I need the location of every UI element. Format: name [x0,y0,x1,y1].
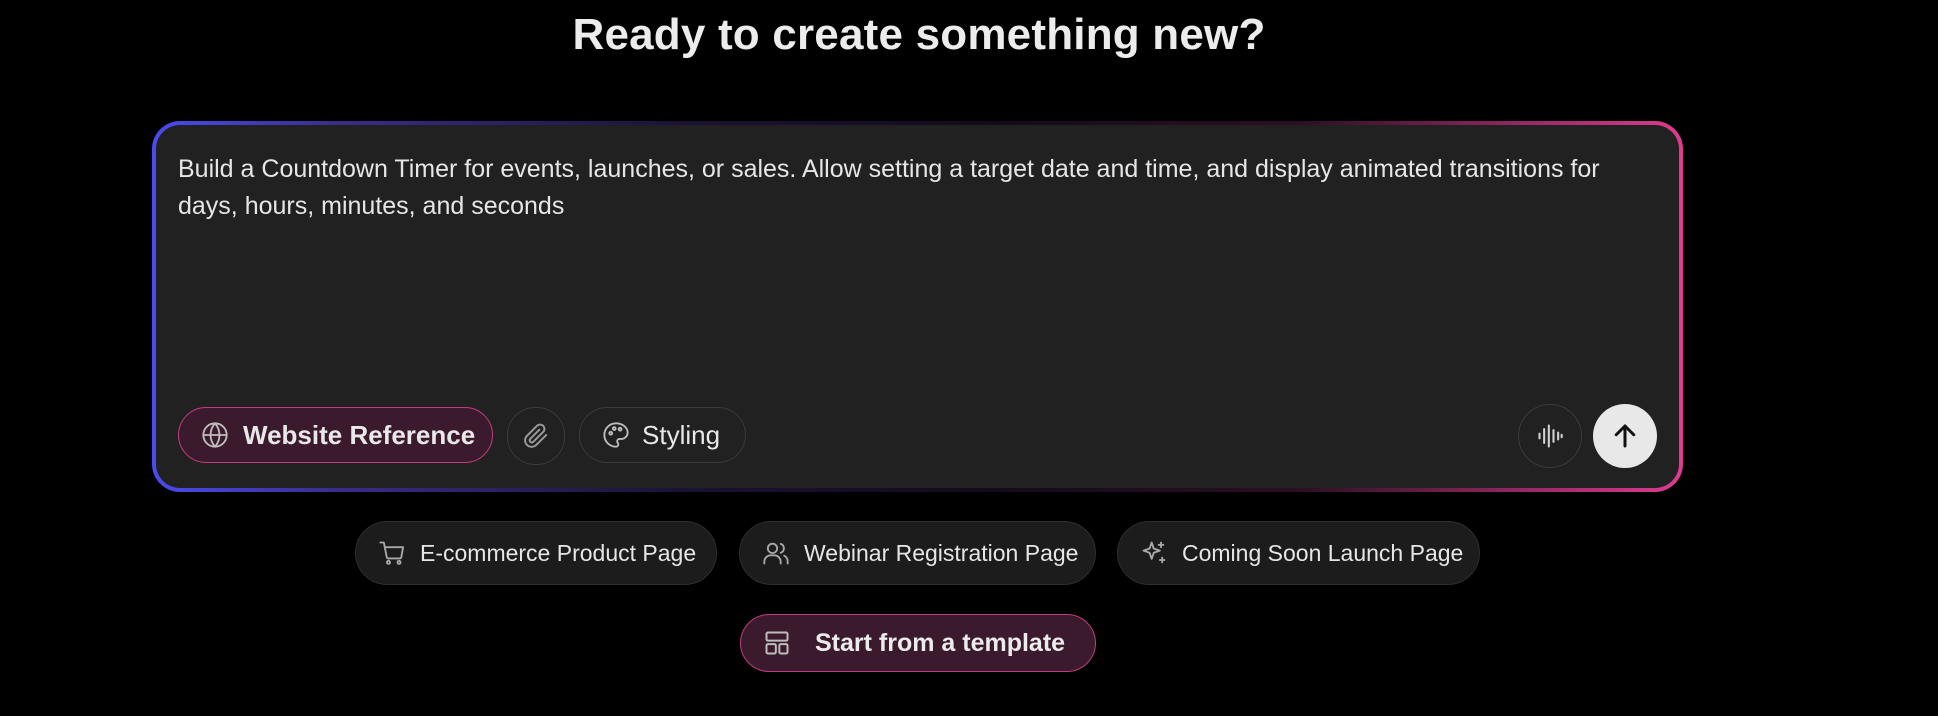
website-reference-button[interactable]: Website Reference [178,407,493,463]
suggestion-label: Webinar Registration Page [804,539,1079,566]
cart-icon [379,541,405,565]
globe-icon [202,422,228,448]
sparkles-icon [1142,541,1166,564]
styling-button[interactable]: Styling [579,407,746,463]
suggestion-coming-soon-launch-page[interactable]: Coming Soon Launch Page [1117,521,1480,585]
arrow-up-icon [1614,424,1636,448]
suggestion-ecommerce-product-page[interactable]: E-commerce Product Page [355,521,717,585]
page-title: Ready to create something new? [572,10,1266,59]
website-reference-label: Website Reference [243,419,476,450]
styling-label: Styling [642,419,721,450]
suggestion-label: E-commerce Product Page [420,539,697,566]
suggestion-webinar-registration-page[interactable]: Webinar Registration Page [739,521,1096,585]
prompt-box[interactable]: Build a Countdown Timer for events, laun… [156,125,1679,488]
palette-icon [603,422,629,448]
page: Ready to create something new? Build a C… [0,0,1938,716]
prompt-frame: Build a Countdown Timer for events, laun… [152,121,1683,492]
audio-wave-icon [1538,424,1563,448]
layout-icon [765,631,789,655]
start-from-template-button[interactable]: Start from a template [740,614,1096,672]
suggestion-label: Coming Soon Launch Page [1182,539,1464,566]
prompt-input[interactable]: Build a Countdown Timer for events, laun… [178,151,1608,225]
send-button[interactable] [1593,404,1657,468]
template-button-label: Start from a template [815,628,1066,657]
voice-input-button[interactable] [1518,404,1582,468]
users-icon [763,542,789,565]
paperclip-icon [524,423,548,448]
attach-button[interactable] [507,407,565,465]
